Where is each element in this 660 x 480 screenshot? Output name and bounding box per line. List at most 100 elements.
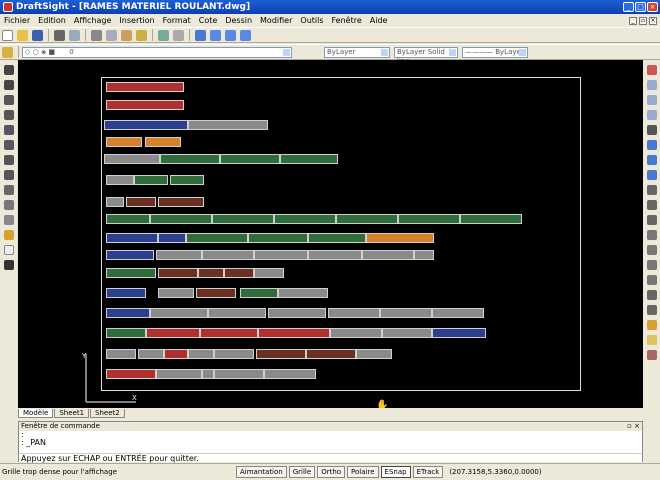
mirror-tool-icon[interactable] (647, 95, 657, 105)
edit-block-tool-icon[interactable] (647, 350, 657, 360)
cursor-coordinates: (207.3158,5.3360,0.0000) (449, 468, 542, 476)
polygon-tool-icon[interactable] (4, 95, 14, 105)
point-tool-icon[interactable] (4, 200, 14, 210)
spline-tool-icon[interactable] (4, 140, 14, 150)
doc-minimize-button[interactable]: _ (629, 16, 637, 25)
paste-icon[interactable] (121, 29, 132, 41)
window-title: DraftSight - [RAMES MATERIEL ROULANT.dwg… (16, 2, 251, 12)
color-combo[interactable]: ByLayer (324, 46, 390, 58)
scale-tool-icon[interactable] (647, 170, 657, 180)
layer-manager-icon[interactable] (2, 46, 13, 58)
copy-tool-icon[interactable] (647, 80, 657, 90)
layer-combo[interactable]: ◇ ○ ◈ ■ 0 (22, 46, 292, 58)
save-icon[interactable] (32, 29, 43, 41)
zoom-realtime-icon[interactable] (210, 29, 221, 41)
menu-aide[interactable]: Aide (366, 16, 392, 25)
snap-toggle[interactable]: Aimantation (236, 466, 287, 478)
close-button[interactable]: × (647, 2, 658, 12)
menu-cote[interactable]: Cote (195, 16, 222, 25)
tab-sheet2[interactable]: Sheet2 (90, 409, 125, 418)
stretch-tool-icon[interactable] (647, 185, 657, 195)
wagon-block (256, 349, 306, 359)
wagon-block (106, 328, 146, 338)
trim-tool-icon[interactable] (647, 200, 657, 210)
wagon-block (398, 214, 460, 224)
new-file-icon[interactable] (2, 29, 13, 41)
ellipse-tool-icon[interactable] (4, 170, 14, 180)
grid-toggle[interactable]: Grille (288, 466, 316, 478)
menu-modifier[interactable]: Modifier (256, 16, 296, 25)
drawing-canvas[interactable]: Y X ✋ (18, 60, 643, 408)
circle-tool-icon[interactable] (4, 155, 14, 165)
pan-icon[interactable] (195, 29, 206, 41)
wagon-block (240, 288, 278, 298)
menu-format[interactable]: Format (159, 16, 195, 25)
extend-tool-icon[interactable] (647, 215, 657, 225)
doc-restore-button[interactable]: ▫ (639, 16, 647, 25)
hatch-tool-icon[interactable] (4, 215, 14, 225)
insert-block-tool-icon[interactable] (647, 335, 657, 345)
rectangle-tool-icon[interactable] (4, 110, 14, 120)
menu-edition[interactable]: Edition (34, 16, 70, 25)
block-tool-icon[interactable] (4, 230, 14, 240)
wagon-block (202, 369, 214, 379)
edit-text-tool-icon[interactable] (647, 305, 657, 315)
minimize-button[interactable]: _ (623, 2, 634, 12)
ortho-toggle[interactable]: Ortho (317, 466, 346, 478)
text-tool-icon[interactable] (4, 260, 14, 270)
match-properties-icon[interactable] (136, 29, 147, 41)
chamfer-tool-icon[interactable] (647, 260, 657, 270)
menu-fenetre[interactable]: Fenêtre (328, 16, 366, 25)
pattern-tool-icon[interactable] (647, 125, 657, 135)
menu-fichier[interactable]: Fichier (0, 16, 34, 25)
polar-toggle[interactable]: Polaire (347, 466, 379, 478)
zoom-window-icon[interactable] (225, 29, 236, 41)
erase-tool-icon[interactable] (647, 65, 657, 75)
linetype-combo[interactable]: ByLayer Solid line (394, 46, 458, 65)
wagon-block (106, 268, 156, 278)
command-input[interactable]: Appuyez sur ECHAP ou ENTRÉE pour quitter… (19, 453, 642, 463)
print-icon[interactable] (54, 29, 65, 41)
explode-tool-icon[interactable] (647, 290, 657, 300)
maximize-button[interactable]: □ (635, 2, 646, 12)
doc-close-button[interactable]: × (649, 16, 657, 25)
wagon-block (158, 233, 186, 243)
break-tool-icon[interactable] (647, 230, 657, 240)
menu-affichage[interactable]: Affichage (70, 16, 116, 25)
undo-icon[interactable] (158, 29, 169, 41)
properties-tool-icon[interactable] (647, 320, 657, 330)
move-tool-icon[interactable] (647, 140, 657, 150)
menu-insertion[interactable]: Insertion (115, 16, 158, 25)
offset-tool-icon[interactable] (647, 110, 657, 120)
separator (189, 29, 190, 41)
esnap-toggle[interactable]: ESnap (380, 466, 411, 478)
etrack-toggle[interactable]: ETrack (412, 466, 444, 478)
ucs-icon: Y X (81, 352, 137, 403)
fillet-tool-icon[interactable] (647, 275, 657, 285)
wagon-block (106, 233, 158, 243)
tab-sheet1[interactable]: Sheet1 (54, 409, 90, 418)
command-window-controls[interactable]: ▫ × (627, 422, 640, 431)
wagon-block (268, 308, 326, 318)
lineweight-combo[interactable]: ———— ByLayer (462, 46, 528, 58)
redo-icon[interactable] (173, 29, 184, 41)
wagon-block (146, 328, 200, 338)
command-window-title: Fenêtre de commande (21, 422, 100, 430)
ellipse-arc-tool-icon[interactable] (4, 185, 14, 195)
tab-model[interactable]: Modèle (18, 409, 54, 418)
arc-tool-icon[interactable] (4, 125, 14, 135)
wagon-block (106, 250, 154, 260)
copy-icon[interactable] (106, 29, 117, 41)
menu-outils[interactable]: Outils (296, 16, 327, 25)
print-preview-icon[interactable] (69, 29, 80, 41)
command-window: Fenêtre de commande ▫ × : : _PAN Appuyez… (18, 421, 643, 463)
infinite-line-tool-icon[interactable] (4, 80, 14, 90)
line-tool-icon[interactable] (4, 65, 14, 75)
cut-icon[interactable] (91, 29, 102, 41)
join-tool-icon[interactable] (647, 245, 657, 255)
open-folder-icon[interactable] (17, 29, 28, 41)
table-tool-icon[interactable] (4, 245, 14, 255)
rotate-tool-icon[interactable] (647, 155, 657, 165)
zoom-extents-icon[interactable] (240, 29, 251, 41)
menu-dessin[interactable]: Dessin (221, 16, 256, 25)
